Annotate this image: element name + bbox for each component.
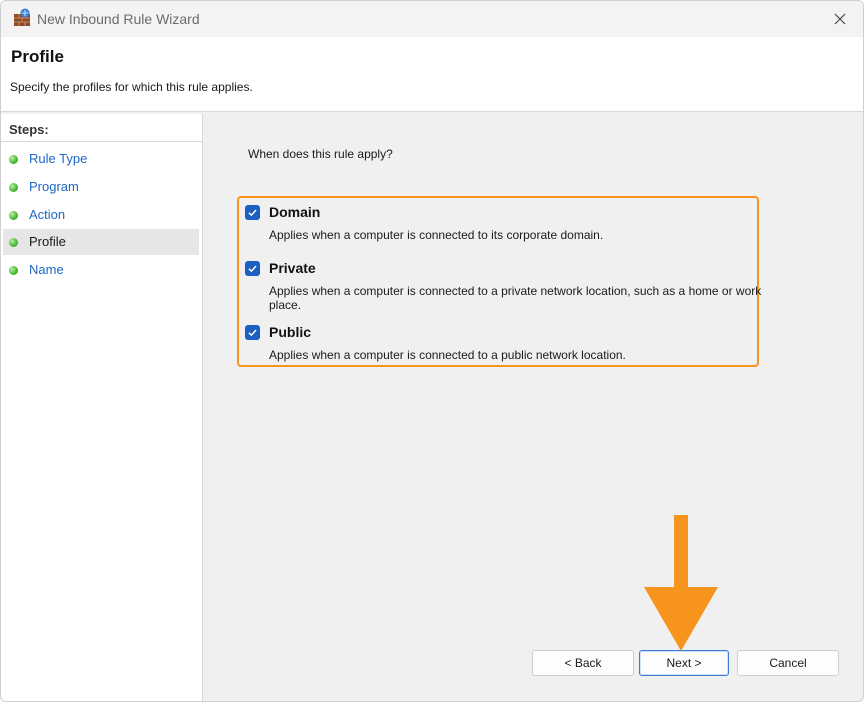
- step-program[interactable]: Program: [3, 174, 199, 200]
- step-label: Name: [29, 262, 64, 277]
- domain-checkbox[interactable]: [245, 205, 260, 220]
- page-subtitle: Specify the profiles for which this rule…: [10, 80, 253, 94]
- firewall-icon: [14, 8, 30, 26]
- step-status-icon: [9, 155, 18, 164]
- step-label: Rule Type: [29, 151, 88, 166]
- private-checkbox[interactable]: [245, 261, 260, 276]
- public-label[interactable]: Public: [269, 324, 311, 340]
- step-label: Program: [29, 179, 79, 194]
- back-button[interactable]: < Back: [532, 650, 634, 676]
- checkmark-icon: [248, 265, 257, 273]
- step-profile: Profile: [3, 229, 199, 255]
- checkmark-icon: [248, 209, 257, 217]
- steps-divider: [1, 141, 202, 142]
- checkmark-icon: [248, 329, 257, 337]
- step-action[interactable]: Action: [3, 202, 199, 228]
- title-bar: New Inbound Rule Wizard: [1, 1, 863, 37]
- domain-label[interactable]: Domain: [269, 204, 320, 220]
- step-label: Profile: [29, 234, 66, 249]
- step-status-icon: [9, 211, 18, 220]
- highlight-box: [237, 196, 759, 367]
- next-button[interactable]: Next >: [639, 650, 729, 676]
- step-status-icon: [9, 266, 18, 275]
- private-description: Applies when a computer is connected to …: [269, 284, 762, 312]
- page-title: Profile: [11, 47, 64, 66]
- private-label[interactable]: Private: [269, 260, 316, 276]
- cancel-button[interactable]: Cancel: [737, 650, 839, 676]
- question-label: When does this rule apply?: [248, 147, 393, 161]
- steps-sidebar: Steps: Rule Type Program Action Profile …: [1, 114, 203, 701]
- window-title: New Inbound Rule Wizard: [37, 11, 200, 27]
- page-header: Profile Specify the profiles for which t…: [1, 37, 863, 112]
- public-checkbox[interactable]: [245, 325, 260, 340]
- step-name[interactable]: Name: [3, 257, 199, 283]
- step-status-icon: [9, 183, 18, 192]
- wizard-window: New Inbound Rule Wizard Profile Specify …: [0, 0, 864, 702]
- close-button[interactable]: [817, 1, 863, 37]
- domain-description: Applies when a computer is connected to …: [269, 228, 604, 242]
- down-arrow-icon: [644, 515, 718, 651]
- step-status-icon: [9, 238, 18, 247]
- step-label: Action: [29, 207, 66, 222]
- public-description: Applies when a computer is connected to …: [269, 348, 626, 362]
- close-icon: [834, 13, 846, 25]
- step-rule-type[interactable]: Rule Type: [3, 146, 199, 172]
- main-content: When does this rule apply? Domain Applie…: [203, 114, 863, 701]
- steps-heading: Steps:: [9, 122, 49, 137]
